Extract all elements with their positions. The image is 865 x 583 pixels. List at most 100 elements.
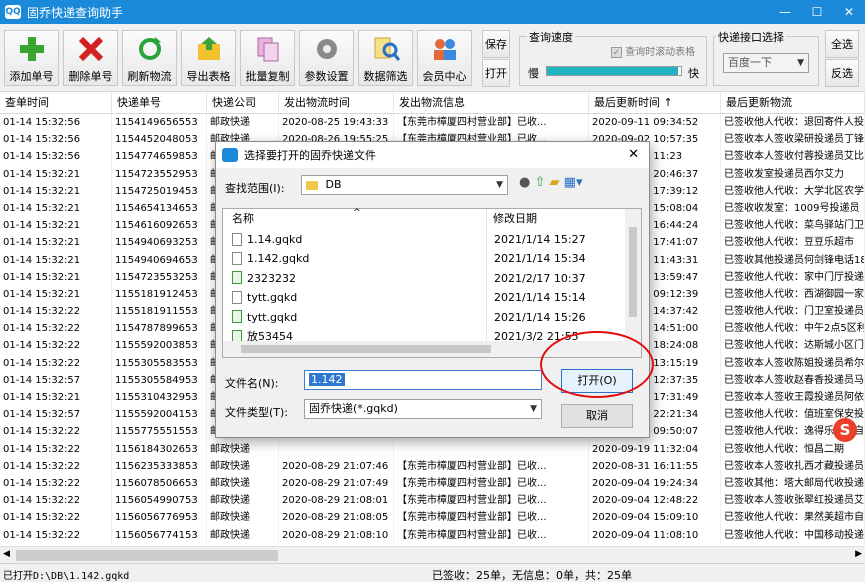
close-icon[interactable]: ✕ bbox=[833, 0, 865, 24]
column-date-header[interactable]: 修改日期 bbox=[493, 209, 537, 229]
column-header[interactable]: 快递公司 bbox=[207, 92, 279, 113]
table-header: 查单时间 快递单号 快递公司 发出物流时间 发出物流信息 最后更新时间 ↑ 最后更新物流 bbox=[0, 92, 865, 114]
speed-slider[interactable] bbox=[546, 66, 682, 76]
file-icon bbox=[232, 251, 242, 265]
file-icon bbox=[232, 232, 242, 246]
table-cell: 已签收本人签收扎西才藏投递员 bbox=[721, 457, 865, 475]
open-button[interactable]: 打开 bbox=[482, 59, 510, 87]
dialog-close-icon[interactable]: ✕ bbox=[628, 147, 639, 162]
table-cell: 【东莞市樟厦四村营业部】已收... bbox=[394, 526, 589, 544]
file-list-item[interactable]: 1.142.gqkd 2021/1/14 15:34 bbox=[223, 249, 623, 268]
table-cell: 2020-08-29 21:08:10 bbox=[279, 526, 394, 544]
cancel-button[interactable]: 取消 bbox=[561, 404, 633, 428]
table-row[interactable]: 01-14 15:32:56 1154149656553 邮政快递 2020-08-2… bbox=[0, 114, 865, 132]
scroll-right-icon[interactable]: ▶ bbox=[855, 549, 862, 559]
sort-up-icon: ^ bbox=[353, 208, 361, 218]
back-icon[interactable]: ● bbox=[519, 175, 530, 190]
chevron-down-icon: ▼ bbox=[496, 180, 503, 190]
table-cell: 已签收本人签收赵春香投递员马 bbox=[721, 371, 865, 389]
sogou-ime-icon[interactable]: S bbox=[833, 418, 857, 442]
file-list-item[interactable]: 1.14.gqkd 2021/1/14 15:27 bbox=[223, 230, 623, 249]
batch-copy-button[interactable]: 批量复制 bbox=[240, 30, 295, 86]
file-list-item[interactable]: 2323232 2021/2/17 10:37 bbox=[223, 269, 623, 288]
scrollbar-thumb[interactable] bbox=[16, 550, 278, 561]
file-list-vertical-scrollbar[interactable] bbox=[625, 209, 641, 342]
add-icon bbox=[19, 37, 44, 61]
table-row[interactable]: 01-14 15:32:22 1156056774153 邮政快递 2020-08-2… bbox=[0, 526, 865, 544]
table-cell: 01-14 15:32:21 bbox=[0, 268, 112, 286]
data-filter-button[interactable]: 数据筛选 bbox=[358, 30, 413, 86]
api-group-label: 快递接口选择 bbox=[716, 29, 786, 45]
title-bar: QQ 固乔快递查询助手 — ☐ ✕ bbox=[0, 0, 865, 24]
maximize-icon[interactable]: ☐ bbox=[801, 0, 833, 24]
table-cell: 2020-08-25 19:43:33 bbox=[279, 114, 394, 132]
table-cell: 01-14 15:32:22 bbox=[0, 492, 112, 510]
select-all-button[interactable]: 全选 bbox=[825, 30, 859, 58]
table-cell: 邮政快递 bbox=[207, 492, 279, 510]
column-header[interactable]: 发出物流信息 bbox=[394, 92, 589, 113]
member-center-label: 会员中心 bbox=[422, 70, 467, 83]
refresh-logistics-button[interactable]: 刷新物流 bbox=[122, 30, 177, 86]
delete-number-button[interactable]: 删除单号 bbox=[63, 30, 118, 86]
table-cell: 已签收他人代收：菜鸟驿站门卫 bbox=[721, 217, 865, 235]
table-cell: 邮政快递 bbox=[207, 114, 279, 132]
table-cell: 已签收他人代收：门卫室投递员 bbox=[721, 303, 865, 321]
filename-label: 文件名(N): bbox=[225, 377, 279, 390]
file-date: 2021/1/14 15:27 bbox=[494, 233, 586, 246]
api-select[interactable]: 百度一下 ▼ bbox=[723, 53, 809, 73]
column-header[interactable]: 查单时间 bbox=[0, 92, 112, 113]
column-header[interactable]: 快递单号 bbox=[112, 92, 207, 113]
table-cell: 2020-09-04 12:48:22 bbox=[589, 492, 721, 510]
scrollbar-thumb[interactable] bbox=[241, 345, 491, 353]
invert-selection-button[interactable]: 反选 bbox=[825, 59, 859, 87]
column-name-header[interactable]: 名称 bbox=[232, 209, 254, 229]
up-folder-icon[interactable]: ⇧ bbox=[534, 175, 545, 190]
table-cell: 01-14 15:32:22 bbox=[0, 509, 112, 527]
table-cell: 01-14 15:32:21 bbox=[0, 234, 112, 252]
table-cell: 01-14 15:32:56 bbox=[0, 148, 112, 166]
column-header[interactable]: 发出物流时间 bbox=[279, 92, 394, 113]
chevron-down-icon: ▼ bbox=[797, 58, 804, 68]
filename-input[interactable]: 1.142 bbox=[304, 370, 542, 390]
horizontal-scrollbar[interactable]: ◀ ▶ bbox=[0, 546, 865, 563]
file-list-item[interactable]: tytt.gqkd 2021/1/14 15:14 bbox=[223, 288, 623, 307]
table-cell: 1155775551553 bbox=[112, 423, 207, 441]
table-row[interactable]: 01-14 15:32:22 1156078506653 邮政快递 2020-08-2… bbox=[0, 474, 865, 493]
table-cell: 1156056774153 bbox=[112, 526, 207, 544]
export-table-button[interactable]: 导出表格 bbox=[181, 30, 236, 86]
filename-value: 1.142 bbox=[309, 373, 345, 386]
table-row[interactable]: 01-14 15:32:22 1156056776953 邮政快递 2020-08-2… bbox=[0, 509, 865, 527]
filetype-select[interactable]: 固乔快递(*.gqkd) ▼ bbox=[304, 399, 542, 419]
table-row[interactable]: 01-14 15:32:22 1156184302653 邮政快递 2020-09-1… bbox=[0, 440, 865, 458]
scroll-left-icon[interactable]: ◀ bbox=[3, 549, 10, 559]
save-button[interactable]: 保存 bbox=[482, 30, 510, 58]
table-cell: 01-14 15:32:22 bbox=[0, 440, 112, 458]
opened-file-status: 已打开D:\DB\1.142.gqkd bbox=[3, 571, 130, 582]
minimize-icon[interactable]: — bbox=[769, 0, 801, 24]
slow-label: 慢 bbox=[528, 67, 539, 80]
file-list-item[interactable]: tytt.gqkd 2021/1/14 15:26 bbox=[223, 308, 623, 327]
app-file-icon bbox=[232, 310, 242, 324]
add-number-button[interactable]: 添加单号 bbox=[4, 30, 59, 86]
table-cell: 1155592004153 bbox=[112, 406, 207, 424]
table-cell: 已签收其他投递员何剑锋电话18 bbox=[721, 251, 865, 269]
table-cell: 1155305583553 bbox=[112, 354, 207, 372]
gear-icon bbox=[316, 39, 337, 59]
column-header[interactable]: 最后更新物流 bbox=[721, 92, 865, 113]
view-menu-icon[interactable]: ▦▾ bbox=[564, 175, 583, 190]
table-cell: 01-14 15:32:21 bbox=[0, 182, 112, 200]
auto-scroll-checkbox[interactable]: ✓ 查询时滚动表格 bbox=[611, 43, 695, 58]
table-row[interactable]: 01-14 15:32:22 1156235333853 邮政快递 2020-08-2… bbox=[0, 457, 865, 475]
new-folder-icon[interactable]: ▰ bbox=[550, 175, 560, 190]
table-cell: 1154774659853 bbox=[112, 148, 207, 166]
scrollbar-thumb[interactable] bbox=[629, 227, 637, 317]
look-in-select[interactable]: DB ▼ bbox=[301, 175, 508, 195]
filter-icon bbox=[374, 37, 400, 61]
column-header[interactable]: 最后更新时间 ↑ bbox=[589, 92, 721, 113]
member-center-button[interactable]: 会员中心 bbox=[417, 30, 472, 86]
table-cell: 已签收他人代收：退回寄件人投 bbox=[721, 114, 865, 132]
settings-button[interactable]: 参数设置 bbox=[299, 30, 354, 86]
table-cell bbox=[279, 440, 394, 458]
table-row[interactable]: 01-14 15:32:22 1156054990753 邮政快递 2020-08-2… bbox=[0, 492, 865, 510]
table-cell: 01-14 15:32:21 bbox=[0, 285, 112, 304]
